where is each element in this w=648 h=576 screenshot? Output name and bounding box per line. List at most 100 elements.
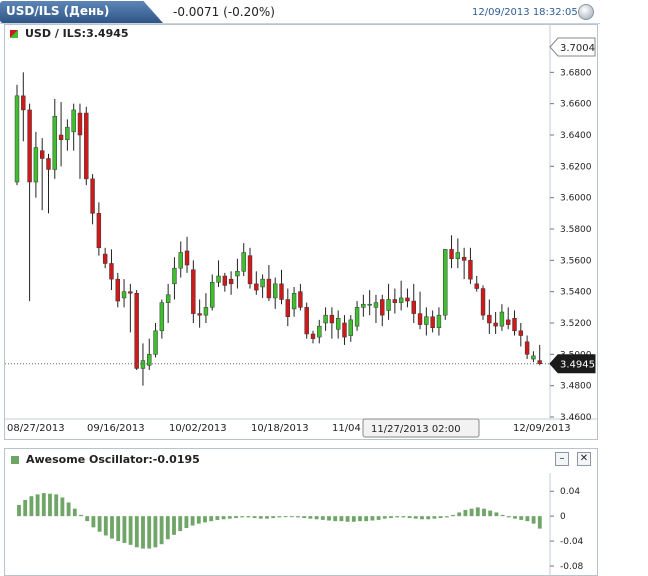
symbol-title: USD/ILS (День): [6, 4, 110, 18]
osc-bar: [17, 504, 21, 517]
oscillator-chart[interactable]: 0.04 0 -0.04 -0.08: [5, 449, 597, 575]
candle-body: [241, 252, 246, 272]
candle-body: [33, 147, 39, 183]
candle-body: [348, 319, 353, 336]
osc-bar: [395, 516, 400, 518]
osc-bar: [41, 493, 46, 517]
candle-body: [153, 330, 158, 355]
osc-bar: [66, 502, 71, 517]
osc-bar: [351, 516, 356, 522]
osc-bar: [426, 516, 431, 520]
osc-bar: [184, 516, 189, 528]
candle-body: [102, 253, 108, 264]
osc-bar: [48, 493, 52, 517]
osc-bar: [376, 516, 381, 520]
osc-y-tick-label: -0.04: [560, 537, 584, 547]
osc-bar: [60, 497, 65, 517]
candle-body: [323, 314, 328, 324]
candle-body: [380, 299, 385, 316]
osc-bar: [420, 516, 424, 520]
candle-body: [455, 252, 461, 260]
osc-bar: [196, 516, 201, 524]
candle-body: [310, 333, 316, 339]
current-price-marker-text: 3.4945: [560, 360, 595, 371]
osc-bar: [320, 516, 325, 520]
candle-body: [531, 355, 536, 360]
candle-body: [134, 292, 139, 369]
y-tick-label: 3.4800: [560, 382, 592, 392]
candle-body: [411, 300, 416, 314]
chart-header: USD/ILS (День) -0.0071 (-0.20%) 12/09/20…: [0, 0, 600, 25]
osc-bar: [54, 494, 59, 517]
candle-body: [260, 278, 265, 288]
osc-bar: [172, 516, 176, 535]
candle-body: [222, 275, 228, 286]
osc-bar: [407, 516, 412, 519]
price-chart-panel[interactable]: USD / ILS:3.4945 3.6800 3.6600 3.6400 3.620…: [4, 24, 598, 440]
candle-body: [291, 292, 297, 310]
osc-bar: [389, 516, 393, 519]
osc-bar: [482, 508, 486, 517]
osc-bar: [159, 516, 164, 545]
candle-body: [335, 318, 341, 330]
candle-body: [235, 271, 240, 277]
osc-bar: [364, 516, 369, 522]
osc-bar: [72, 508, 77, 517]
y-tick-label: 3.6600: [560, 100, 592, 110]
x-tick-label: 09/16/2013: [87, 423, 145, 434]
oscillator-panel[interactable]: Awesome Oscillator:-0.0195 – ✕ 0.04 0 -0.0…: [4, 448, 598, 576]
osc-bar: [252, 516, 257, 519]
osc-bar: [308, 516, 313, 519]
candle-body: [493, 322, 498, 327]
osc-bar: [277, 516, 282, 518]
candle-body: [14, 95, 20, 183]
high-price-marker-text: 3.7004: [560, 43, 595, 54]
osc-bar: [302, 516, 307, 519]
osc-bar: [457, 512, 462, 517]
candle-body: [298, 291, 303, 308]
osc-bar: [488, 510, 493, 517]
candle-body: [480, 288, 486, 316]
osc-bar: [128, 516, 133, 545]
candle-body: [468, 260, 473, 280]
osc-bar: [240, 516, 245, 518]
candle-body: [203, 307, 209, 316]
refresh-icon[interactable]: [578, 4, 594, 20]
candle-body: [285, 299, 290, 317]
candle-body: [46, 158, 51, 170]
osc-bar: [296, 516, 300, 518]
candle-body: [191, 269, 196, 314]
osc-bar: [147, 516, 152, 549]
candle-body: [197, 313, 202, 316]
candle-body: [430, 316, 435, 328]
candle-body: [518, 330, 524, 336]
candle-body: [184, 250, 190, 266]
osc-bar: [265, 516, 269, 519]
y-tick-label: 3.6200: [560, 162, 592, 172]
candle-body: [84, 112, 89, 180]
osc-bar: [531, 516, 536, 524]
osc-bar: [444, 516, 449, 518]
osc-bar: [463, 509, 468, 517]
price-chart[interactable]: 3.6800 3.6600 3.6400 3.6200 3.6000 3.5800 3.56…: [5, 25, 597, 439]
osc-bar: [358, 516, 362, 522]
osc-bar: [345, 516, 350, 522]
osc-bar: [29, 496, 34, 517]
candle-body: [361, 303, 366, 308]
candle-body: [398, 297, 404, 303]
candle-body: [317, 325, 322, 338]
candle-body: [27, 109, 32, 183]
osc-bar: [122, 516, 127, 543]
candle-body: [329, 314, 335, 324]
candle-body: [449, 249, 454, 260]
candle-body: [52, 115, 57, 170]
candle-body: [90, 178, 95, 214]
candle-body: [165, 294, 171, 303]
osc-bar: [178, 516, 183, 532]
x-tick-label: 10/02/2013: [169, 423, 227, 434]
candle-body: [228, 278, 234, 285]
y-tick-label: 3.6800: [560, 68, 592, 78]
candle-body: [210, 282, 215, 308]
crosshair-date-label: 11/27/2013 02:00: [371, 424, 461, 435]
candle-body: [58, 134, 64, 140]
